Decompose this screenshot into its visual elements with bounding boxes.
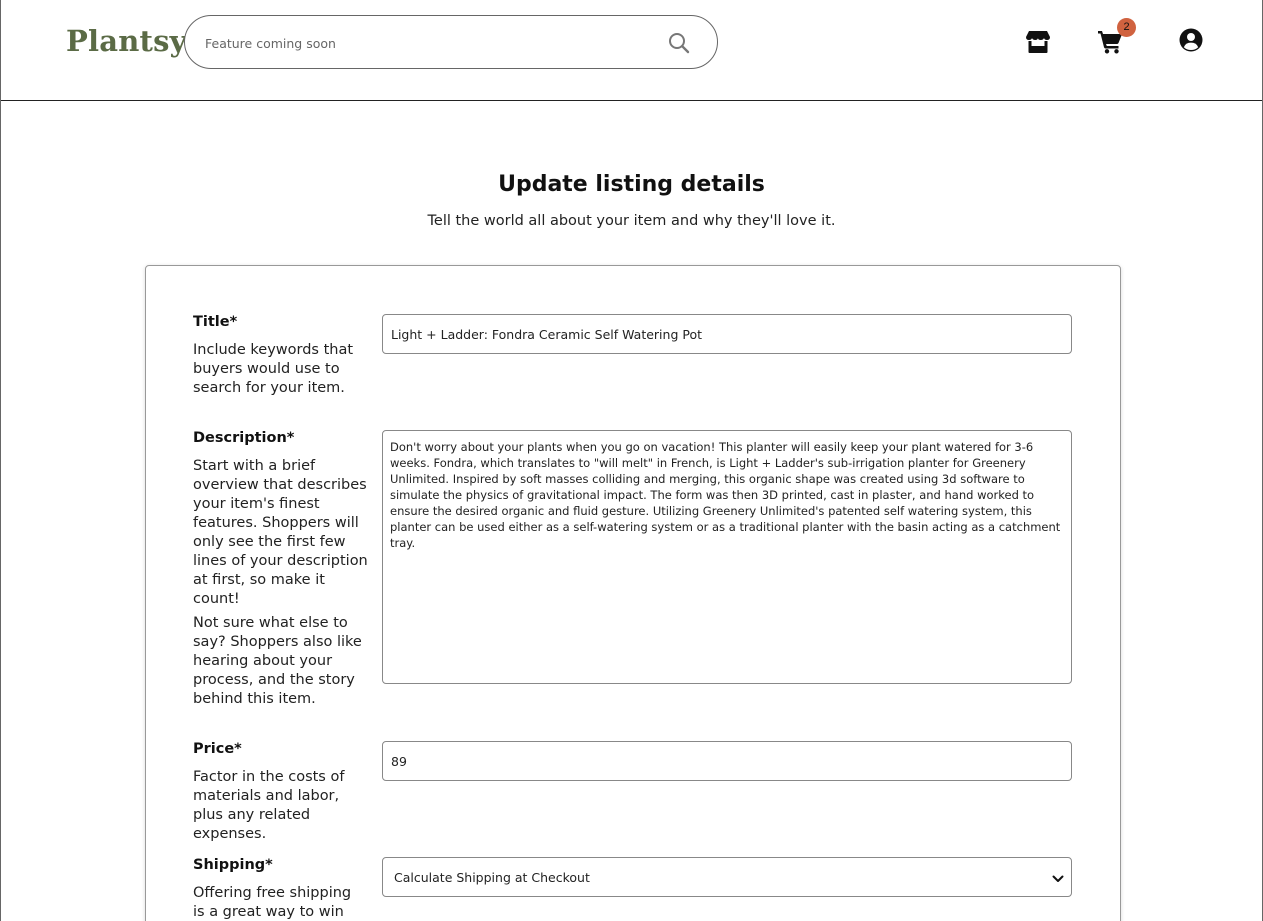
shipping-selected-value: Calculate Shipping at Checkout <box>394 870 590 885</box>
shop-icon[interactable] <box>1025 28 1051 54</box>
title-label: Title* <box>193 314 238 330</box>
description-help-text-2: Not sure what else to say? Shoppers also… <box>193 615 362 707</box>
description-label: Description* <box>193 430 295 446</box>
chevron-down-icon <box>1051 871 1065 885</box>
site-logo[interactable]: Plantsy <box>66 24 187 58</box>
page-subtitle: Tell the world all about your item and w… <box>427 213 836 229</box>
price-label: Price* <box>193 741 242 757</box>
user-account-icon[interactable] <box>1179 28 1205 54</box>
shipping-help-text: Offering free shipping is a great way to… <box>193 885 352 920</box>
title-help-text: Include keywords that buyers would use t… <box>193 342 354 396</box>
price-input[interactable] <box>382 741 1072 781</box>
search-input[interactable] <box>205 32 665 54</box>
description-help-text: Start with a brief overview that describ… <box>193 458 368 607</box>
cart-count-badge: 2 <box>1117 18 1136 37</box>
search-bar <box>184 15 718 69</box>
page-title: Update listing details <box>498 172 765 197</box>
price-help-text: Factor in the costs of materials and lab… <box>193 769 345 842</box>
top-nav-bar: Plantsy 2 <box>1 0 1262 101</box>
search-icon[interactable] <box>667 31 691 55</box>
description-textarea[interactable]: Don't worry about your plants when you g… <box>382 430 1072 684</box>
title-input[interactable] <box>382 314 1072 354</box>
shipping-label: Shipping* <box>193 857 273 873</box>
shipping-select[interactable]: Calculate Shipping at Checkout <box>382 857 1072 897</box>
